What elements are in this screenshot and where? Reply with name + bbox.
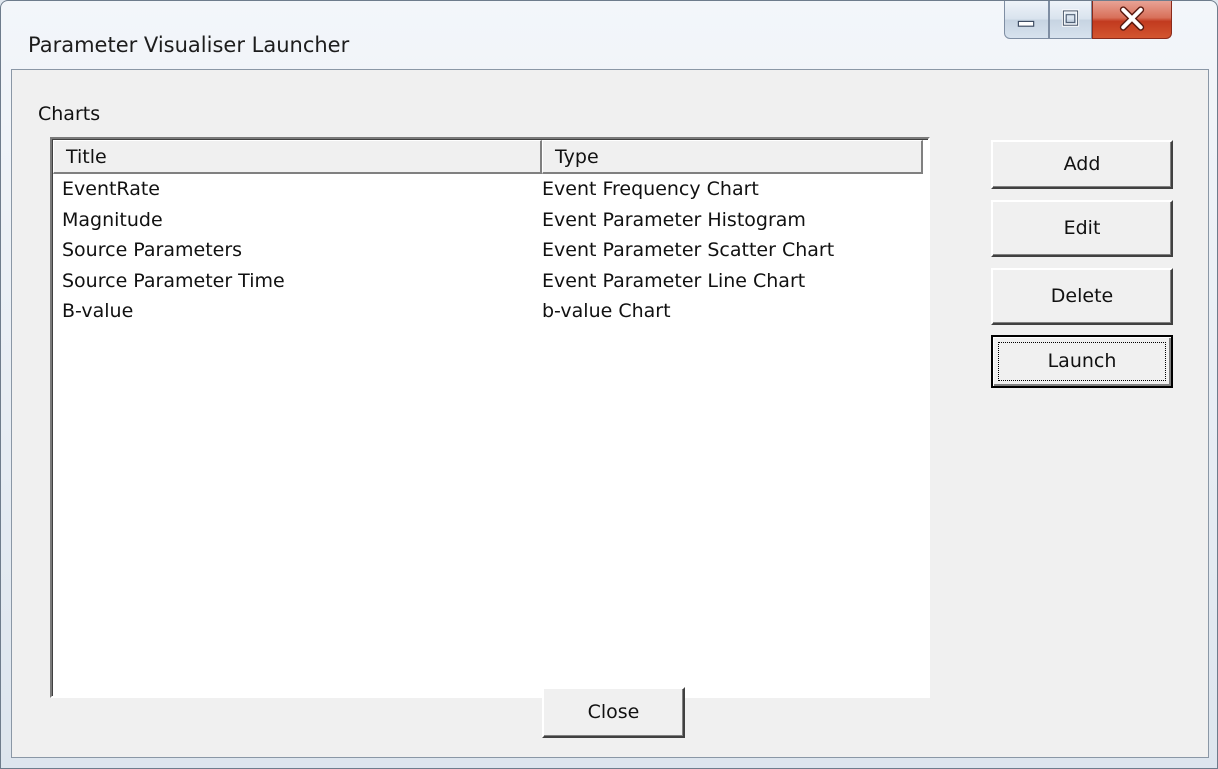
minimize-button[interactable]	[1004, 1, 1049, 39]
edit-button-label: Edit	[1063, 217, 1101, 239]
delete-button[interactable]: Delete	[991, 268, 1173, 325]
window-title: Parameter Visualiser Launcher	[28, 33, 350, 57]
chart-title: Source Parameter Time	[62, 269, 285, 292]
chart-type: Event Frequency Chart	[542, 178, 759, 200]
dialog-client-area: Charts Title Type EventRate Event Freque…	[11, 69, 1209, 758]
launch-button[interactable]: Launch	[991, 335, 1173, 388]
edit-button[interactable]: Edit	[991, 200, 1173, 257]
chart-title: B-value	[62, 300, 134, 322]
column-header-title[interactable]: Title	[53, 140, 542, 174]
chart-title: EventRate	[62, 178, 160, 200]
add-button[interactable]: Add	[991, 140, 1173, 189]
chart-title: Magnitude	[62, 208, 163, 231]
close-button-label: Close	[587, 701, 640, 723]
minimize-icon	[1017, 20, 1035, 27]
close-button[interactable]: Close	[542, 687, 685, 738]
title-bar[interactable]: Parameter Visualiser Launcher	[1, 1, 1217, 69]
dialog-window: Parameter Visualiser Launcher Charts Tit…	[0, 0, 1218, 769]
chart-type: Event Parameter Histogram	[542, 208, 806, 231]
close-window-button[interactable]	[1092, 1, 1172, 39]
add-button-label: Add	[1063, 153, 1101, 175]
list-header: Title Type	[53, 140, 928, 174]
chart-type: b-value Chart	[542, 300, 671, 322]
column-header-type[interactable]: Type	[542, 140, 923, 174]
charts-group-label: Charts	[38, 103, 101, 125]
chart-type: Event Parameter Line Chart	[542, 269, 806, 292]
chart-title: Source Parameters	[62, 239, 243, 261]
close-icon	[1119, 6, 1145, 31]
delete-button-label: Delete	[1050, 285, 1114, 307]
maximize-button[interactable]	[1049, 1, 1092, 39]
charts-list[interactable]: Title Type EventRate Event Frequency Cha…	[50, 137, 930, 698]
chart-type: Event Parameter Scatter Chart	[542, 239, 835, 261]
maximize-icon	[1061, 9, 1080, 27]
launch-button-label: Launch	[1047, 350, 1117, 372]
